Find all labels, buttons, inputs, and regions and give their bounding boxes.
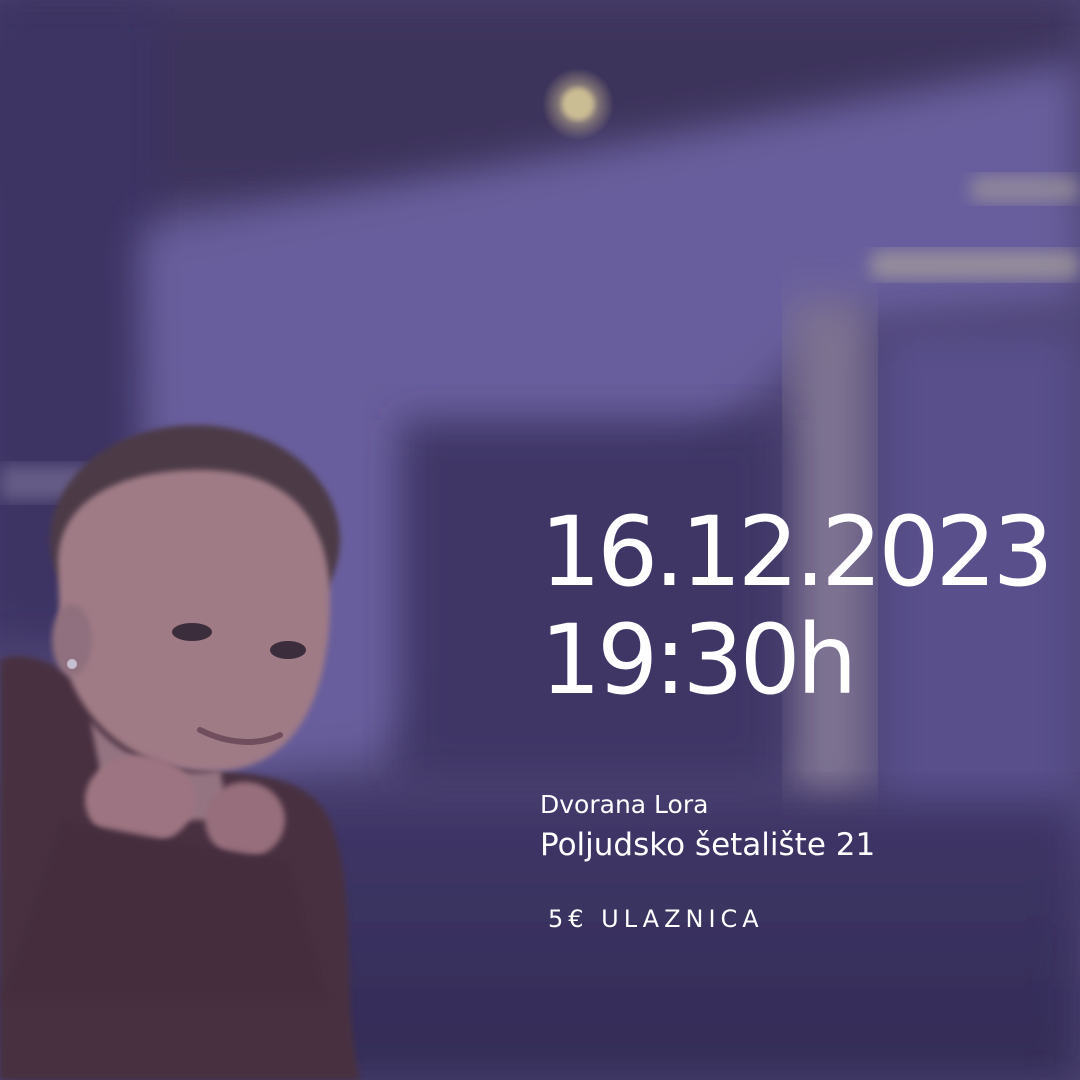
event-info: 16.12.2023 19:30h Dvorana Lora Poljudsko…: [540, 498, 1060, 934]
event-venue: Dvorana Lora: [540, 790, 709, 819]
ticket-price: 5€ ULAZNICA: [548, 905, 764, 933]
event-address: Poljudsko šetalište 21: [540, 827, 876, 863]
event-date: 16.12.2023: [540, 496, 1054, 608]
event-time: 19:30h: [540, 604, 858, 716]
